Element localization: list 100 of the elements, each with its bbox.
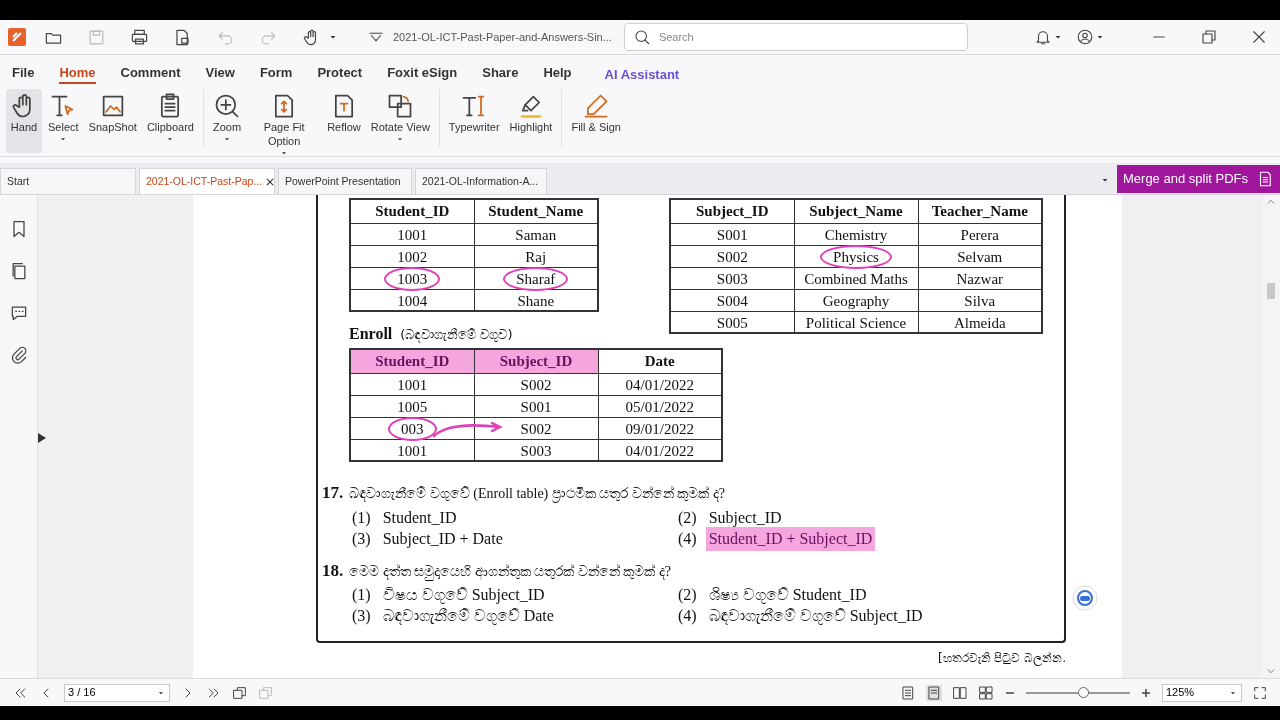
close-icon[interactable] <box>265 176 276 187</box>
table-cell: Physics <box>823 247 889 266</box>
column-header: Subject_Name <box>794 199 918 223</box>
table-cell-text: 1005 <box>396 397 429 416</box>
table-cell-text: 1001 <box>396 225 429 244</box>
question-number: 18. <box>322 559 344 582</box>
document-tab[interactable]: PowerPoint Presentation <box>278 168 412 194</box>
restore-icon[interactable] <box>1200 28 1218 46</box>
continuous-page-icon[interactable] <box>926 684 942 701</box>
table-cell-text: 05/01/2022 <box>624 397 695 416</box>
table-cell-text: S002 <box>519 375 553 394</box>
continuous-facing-icon[interactable] <box>978 684 994 701</box>
question-text: මෙම දත්ත සමුදායෙහි ආගන්තුක යතුරක් වන්නේ කුමක් ද? <box>349 562 671 582</box>
zoom-in-icon[interactable] <box>1140 686 1152 699</box>
document-tab[interactable]: 2021-OL-Information-A... <box>415 168 547 194</box>
option-text: ශිෂ්‍ය වගුවේ Student_ID <box>707 585 868 606</box>
table-cell-text: Perera <box>959 225 1000 244</box>
ribbon-button[interactable]: Select <box>44 89 83 153</box>
ribbon-button[interactable]: Rotate View <box>366 89 434 153</box>
column-header: Subject_ID <box>670 199 794 223</box>
question-text: බඳවාගැනීමේ වගුවේ (Enroll table) ප්‍රාථමික යතුර වන්නේ කුමක් ද? <box>349 485 725 504</box>
copy-page-icon[interactable] <box>232 684 248 701</box>
table-cell: 1003 <box>387 269 438 288</box>
ribbon-button[interactable]: Zoom <box>209 89 246 153</box>
document-tab[interactable]: Start <box>0 168 136 194</box>
print-icon[interactable] <box>130 27 149 47</box>
ribbon-button[interactable]: Fill & Sign <box>567 89 625 153</box>
menu-tab[interactable]: View <box>205 62 235 84</box>
column-header: Student_Name <box>474 199 598 223</box>
zoom-field[interactable]: 125% <box>1162 683 1242 702</box>
table-cell-text: 1001 <box>396 441 429 460</box>
table-cell-text: S004 <box>715 291 749 310</box>
table-cell-text: Saman <box>514 225 558 244</box>
search-field[interactable]: Search <box>658 28 959 46</box>
single-page-icon[interactable] <box>900 684 916 701</box>
ribbon-button[interactable]: Page Fit Option <box>247 89 322 153</box>
enroll-title: Enroll <box>349 324 393 344</box>
option-number: (4) <box>678 606 697 627</box>
table-cell-text: S005 <box>715 313 749 332</box>
ribbon-button[interactable]: Clipboard <box>142 89 198 153</box>
ribbon-button[interactable]: Typewriter <box>444 89 504 153</box>
table-cell-text: 1004 <box>396 291 429 310</box>
ribbon-button[interactable]: Highlight <box>505 89 557 153</box>
table-cell-text: S001 <box>519 397 553 416</box>
document-icon[interactable] <box>173 27 192 47</box>
option-number: (2) <box>678 507 697 529</box>
ribbon-button[interactable]: SnapShot <box>84 89 141 153</box>
ribbon-button[interactable]: Hand <box>6 89 42 153</box>
column-header: Student_ID <box>350 349 474 373</box>
menu-tab[interactable]: Comment <box>120 62 181 84</box>
promo-button[interactable]: Merge and split PDFs <box>1117 164 1280 193</box>
document-tab[interactable]: 2021-OL-ICT-Past-Pap... <box>139 168 275 194</box>
option-number: (3) <box>352 528 371 550</box>
column-header: Student_ID <box>350 199 474 223</box>
question-number: 17. <box>322 482 344 504</box>
menu-tab[interactable]: Form <box>259 62 293 84</box>
menu-tab[interactable]: Help <box>543 62 572 84</box>
column-header: Teacher_Name <box>918 199 1042 223</box>
option-text: Student_ID + Subject_ID <box>705 526 876 551</box>
menu-tab[interactable]: AI Assistant <box>604 64 680 84</box>
column-header: Date <box>598 349 722 373</box>
option-text: විෂය වගුවේ Subject_ID <box>381 585 546 606</box>
fullscreen-icon[interactable] <box>1252 684 1268 701</box>
option-text: Subject_ID <box>707 507 783 529</box>
table-cell-text: S003 <box>715 269 749 288</box>
option-number: (1) <box>352 507 371 529</box>
table-cell-text: Nazwar <box>955 269 1005 288</box>
search-field[interactable]: Search <box>623 23 968 51</box>
account-icon[interactable] <box>1076 28 1094 46</box>
bell-icon[interactable] <box>1034 28 1052 46</box>
table-cell-text: S002 <box>715 247 749 266</box>
table-cell-text: Chemistry <box>823 225 889 244</box>
page-number-field[interactable]: 3 / 16 <box>64 683 170 702</box>
facing-pages-icon[interactable] <box>952 684 968 701</box>
menu-tab[interactable]: Foxit eSign <box>387 62 458 84</box>
ink-arrow <box>432 422 504 438</box>
menu-tab[interactable]: Protect <box>317 62 363 84</box>
ribbon-button[interactable]: Reflow <box>323 89 365 153</box>
search-icon <box>632 28 651 46</box>
option-number: (2) <box>678 585 697 606</box>
table-cell-text: Shane <box>516 291 556 310</box>
slider-thumb[interactable] <box>1078 686 1090 698</box>
close-icon[interactable] <box>1250 28 1268 46</box>
footer-note: [හතරවැනි පිටුව බලන්න. <box>938 651 1067 665</box>
app-logo-icon[interactable] <box>8 28 26 46</box>
option-number: (3) <box>352 606 371 627</box>
table-cell-text: 04/01/2022 <box>624 441 695 460</box>
scrollbar-thumb[interactable] <box>1267 283 1275 299</box>
menu-tab[interactable]: File <box>12 62 35 84</box>
assistant-icon[interactable] <box>1072 585 1098 611</box>
option-text: Subject_ID + Date <box>381 528 504 550</box>
table-cell-text: Selvam <box>956 247 1004 266</box>
enroll-subtitle: (බඳවාගැනීමේ වගුව) <box>400 326 513 345</box>
menu-tab[interactable]: Share <box>482 62 519 84</box>
table-cell-text: 04/01/2022 <box>624 375 695 394</box>
table-cell: Sharaf <box>506 269 566 288</box>
expand-arrow-icon[interactable] <box>38 433 46 443</box>
option-text: Student_ID <box>381 507 458 528</box>
menu-tab[interactable]: Home <box>59 62 96 84</box>
table-cell-text: Geography <box>821 291 891 310</box>
